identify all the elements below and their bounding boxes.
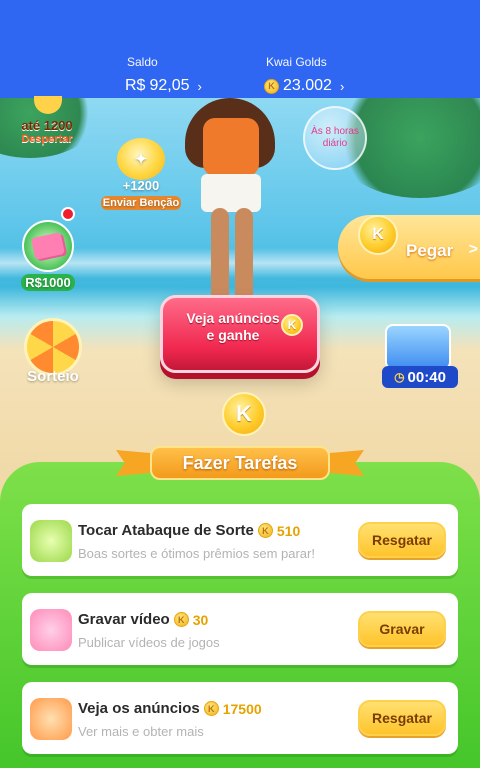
- daily-bubble[interactable]: Às 8 horas diário: [303, 106, 367, 170]
- resgatar-button[interactable]: Resgatar: [358, 700, 446, 736]
- alarm-chest-icon: [34, 96, 62, 114]
- kwai-golds-balance[interactable]: Kwai Golds K 23.002 ›: [264, 55, 344, 94]
- task-title: Veja os anúncios: [78, 700, 200, 717]
- k-coin-icon: K: [173, 612, 189, 627]
- balance-header: Saldo R$ 92,05 › Kwai Golds K 23.002 ›: [0, 0, 480, 98]
- watch-ads-button[interactable]: Veja anúncios e ganhe K: [160, 295, 320, 373]
- task-title: Gravar vídeo: [78, 611, 170, 628]
- watch-ads-label: Veja anúncios e ganhe: [186, 310, 280, 343]
- task-points: 510: [276, 522, 301, 539]
- chevron-right-icon: ›: [197, 78, 202, 94]
- task-subtitle: Ver mais e obter mais: [78, 724, 204, 739]
- task-points: 17500: [222, 700, 262, 717]
- countdown-timer: ◷ 00:40: [382, 366, 458, 388]
- clock-icon: ◷: [394, 370, 405, 384]
- task-title-row: Veja os anúncios K 17500: [78, 700, 262, 717]
- saldo-label: Saldo: [127, 55, 158, 69]
- tasks-panel: Tocar Atabaque de Sorte K 510 Boas sorte…: [0, 462, 480, 768]
- golds-value-row: K 23.002 ›: [264, 77, 344, 95]
- cash-label: R$1000: [21, 274, 75, 291]
- k-coin-icon: K: [222, 392, 266, 436]
- cash-bills-icon: [22, 220, 74, 272]
- k-coin-icon: K: [281, 314, 303, 336]
- blessing-label: Enviar Benção: [100, 196, 182, 210]
- task-card: Veja os anúncios K 17500 Ver mais e obte…: [22, 682, 458, 754]
- blessing-amount: +1200: [122, 178, 160, 193]
- coin-chest-icon: [385, 324, 451, 370]
- tasks-title: Fazer Tarefas: [150, 446, 330, 480]
- task-title-row: Gravar vídeo K 30: [78, 611, 208, 628]
- tasks-banner: Fazer Tarefas: [110, 440, 370, 484]
- pegar-label: Pegar: [406, 241, 454, 260]
- golds-label: Kwai Golds: [266, 55, 327, 69]
- despertar-amount: até 1200: [21, 118, 73, 133]
- lottery-wheel-button[interactable]: Sorteio: [18, 318, 88, 394]
- task-title: Tocar Atabaque de Sorte: [78, 522, 254, 539]
- timed-reward-chest[interactable]: ◷ 00:40: [380, 324, 458, 388]
- saldo-value: 92,05: [149, 77, 190, 94]
- saldo-balance[interactable]: Saldo R$ 92,05 ›: [125, 55, 202, 94]
- task-points: 30: [192, 611, 209, 628]
- video-camera-icon: [30, 609, 72, 651]
- chevron-right-icon: ›: [339, 78, 345, 94]
- sorteio-label: Sorteio: [27, 368, 79, 385]
- k-coin-icon: K: [257, 523, 273, 538]
- pegar-button[interactable]: K Pegar >: [338, 215, 480, 279]
- send-blessing-reward[interactable]: ✦ +1200 Enviar Benção: [100, 138, 182, 211]
- k-coin-icon: K: [264, 78, 279, 94]
- despertar-label: Despertar: [21, 133, 73, 145]
- daily-label: Às 8 horas diário: [311, 126, 359, 149]
- blessing-coin-icon: ✦: [117, 138, 165, 180]
- task-title-row: Tocar Atabaque de Sorte K 510: [78, 522, 300, 539]
- golds-value: 23.002: [283, 77, 332, 94]
- task-subtitle: Publicar vídeos de jogos: [78, 635, 220, 650]
- k-coin-icon: K: [358, 215, 398, 255]
- task-card: Tocar Atabaque de Sorte K 510 Boas sorte…: [22, 504, 458, 576]
- timer-value: 00:40: [407, 368, 446, 386]
- drum-icon: [30, 520, 72, 562]
- task-card: Gravar vídeo K 30 Publicar vídeos de jog…: [22, 593, 458, 665]
- gravar-button[interactable]: Gravar: [358, 611, 446, 647]
- currency-symbol: R$: [125, 77, 146, 94]
- notification-dot: [61, 207, 75, 221]
- k-coin-icon: K: [203, 701, 219, 716]
- cash-reward[interactable]: R$1000: [18, 220, 78, 292]
- arrow-right-icon: >: [468, 241, 478, 258]
- saldo-value-row: R$ 92,05 ›: [125, 77, 202, 95]
- tv-icon: [30, 698, 72, 740]
- avatar-character: [185, 98, 275, 308]
- task-subtitle: Boas sortes e ótimos prêmios sem parar!: [78, 546, 315, 561]
- resgatar-button[interactable]: Resgatar: [358, 522, 446, 558]
- despertar-reward[interactable]: até 1200 Despertar: [14, 96, 80, 145]
